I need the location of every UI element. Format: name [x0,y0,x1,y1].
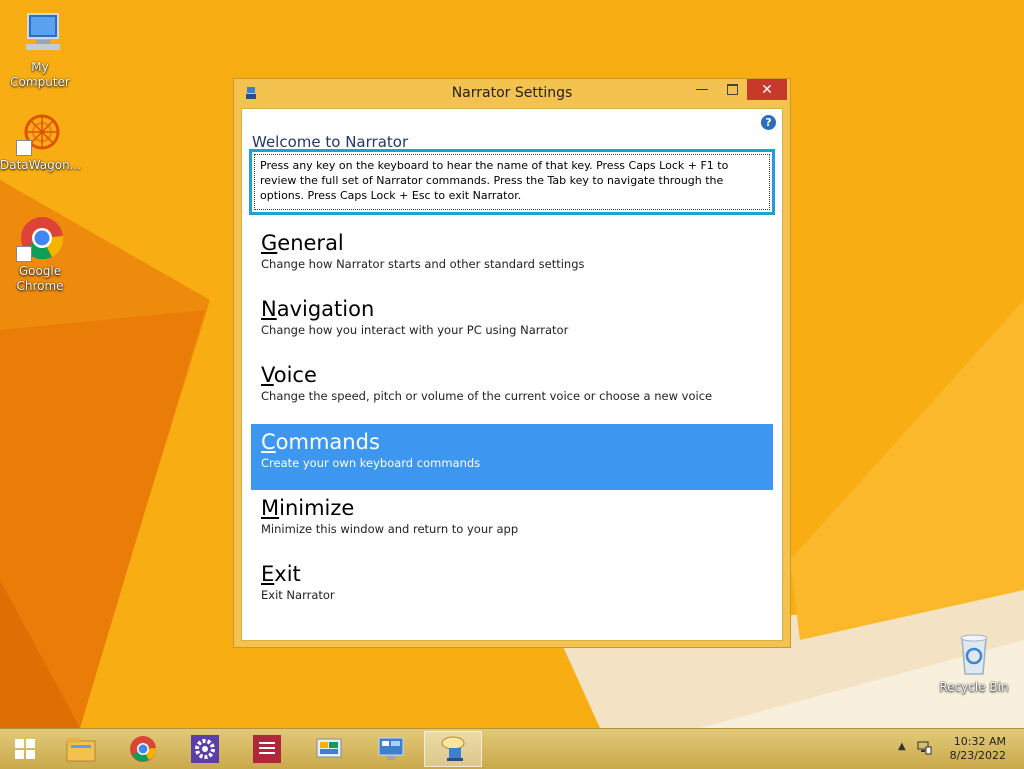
folder-icon [66,738,96,762]
taskbar: ▲ 10:32 AM 8/23/2022 [0,728,1024,769]
narrator-settings-window: Narrator Settings — ✕ ? Welcome to Narra… [233,78,791,648]
desktop: My Computer DataWagon... Google Chrome R… [0,0,1024,728]
option-description: Minimize this window and return to your … [261,522,519,536]
option-general[interactable]: General Change how Narrator starts and o… [251,225,773,291]
option-description: Create your own keyboard commands [261,456,481,470]
clock-time: 10:32 AM [953,735,1006,748]
show-hidden-icons-icon[interactable]: ▲ [898,741,906,752]
desktop-icon-google-chrome[interactable]: Google Chrome [0,214,80,294]
option-heading: Navigation [261,297,375,321]
narrator-icon [441,736,465,761]
desktop-icon-label: My Computer [10,60,70,89]
desktop-icon-my-computer[interactable]: My Computer [0,10,80,90]
close-button[interactable]: ✕ [747,79,787,100]
shortcut-arrow-icon [16,246,32,262]
chrome-icon [16,214,64,262]
taskbar-app-red[interactable] [238,731,296,767]
option-heading: Commands [261,430,380,454]
option-heading: Voice [261,363,317,387]
maximize-button[interactable] [718,79,746,100]
taskbar-chrome[interactable] [114,731,172,767]
taskbar-file-explorer[interactable] [52,731,110,767]
desktop-icon-label: DataWagon... [0,158,82,172]
start-button[interactable] [2,731,48,767]
monitor-icon [378,737,404,760]
info-text: Press any key on the keyboard to hear th… [254,154,770,210]
option-navigation[interactable]: Navigation Change how you interact with … [251,291,773,357]
option-heading: General [261,231,344,255]
option-description: Change the speed, pitch or volume of the… [261,389,713,403]
document-list-icon [253,735,281,763]
datawagon-logo-icon [16,108,64,156]
system-tray: ▲ 10:32 AM 8/23/2022 [894,729,1024,769]
option-commands[interactable]: Commands Create your own keyboard comman… [251,424,773,490]
chrome-icon [130,736,157,762]
maximize-icon [726,84,738,95]
minimize-button[interactable]: — [688,79,716,100]
taskbar-settings[interactable] [176,731,234,767]
help-icon[interactable]: ? [761,115,776,130]
desktop-icon-label: Google Chrome [16,264,64,293]
option-heading: Exit [261,562,301,586]
window-client-area: ? Welcome to Narrator Press any key on t… [241,108,783,641]
option-description: Exit Narrator [261,588,335,602]
desktop-icon-recycle-bin[interactable]: Recycle Bin [934,630,1014,695]
taskbar-control-panel[interactable] [300,731,358,767]
info-text-box[interactable]: Press any key on the keyboard to hear th… [249,149,775,215]
gear-icon [191,735,219,763]
option-voice[interactable]: Voice Change the speed, pitch or volume … [251,357,773,423]
network-icon[interactable] [916,739,932,758]
close-icon: ✕ [761,81,773,98]
option-description: Change how you interact with your PC usi… [261,323,569,337]
minimize-icon: — [695,82,709,97]
recycle-bin-icon [950,630,998,678]
option-heading: Minimize [261,496,355,520]
desktop-icon-datawagon[interactable]: DataWagon... [0,108,82,173]
option-description: Change how Narrator starts and other sta… [261,257,585,271]
clock-date: 8/23/2022 [949,749,1006,762]
option-minimize[interactable]: Minimize Minimize this window and return… [251,490,773,556]
clock[interactable]: 10:32 AM 8/23/2022 [950,735,1006,763]
taskbar-narrator[interactable] [424,731,482,767]
desktop-icon-label: Recycle Bin [939,680,1009,694]
computer-icon [16,10,64,58]
control-panel-icon [316,738,342,758]
taskbar-remote-desktop[interactable] [362,731,420,767]
option-exit[interactable]: Exit Exit Narrator [251,556,773,622]
shortcut-arrow-icon [16,140,32,156]
windows-logo-icon [15,739,35,759]
window-titlebar[interactable]: Narrator Settings — ✕ [234,79,790,107]
